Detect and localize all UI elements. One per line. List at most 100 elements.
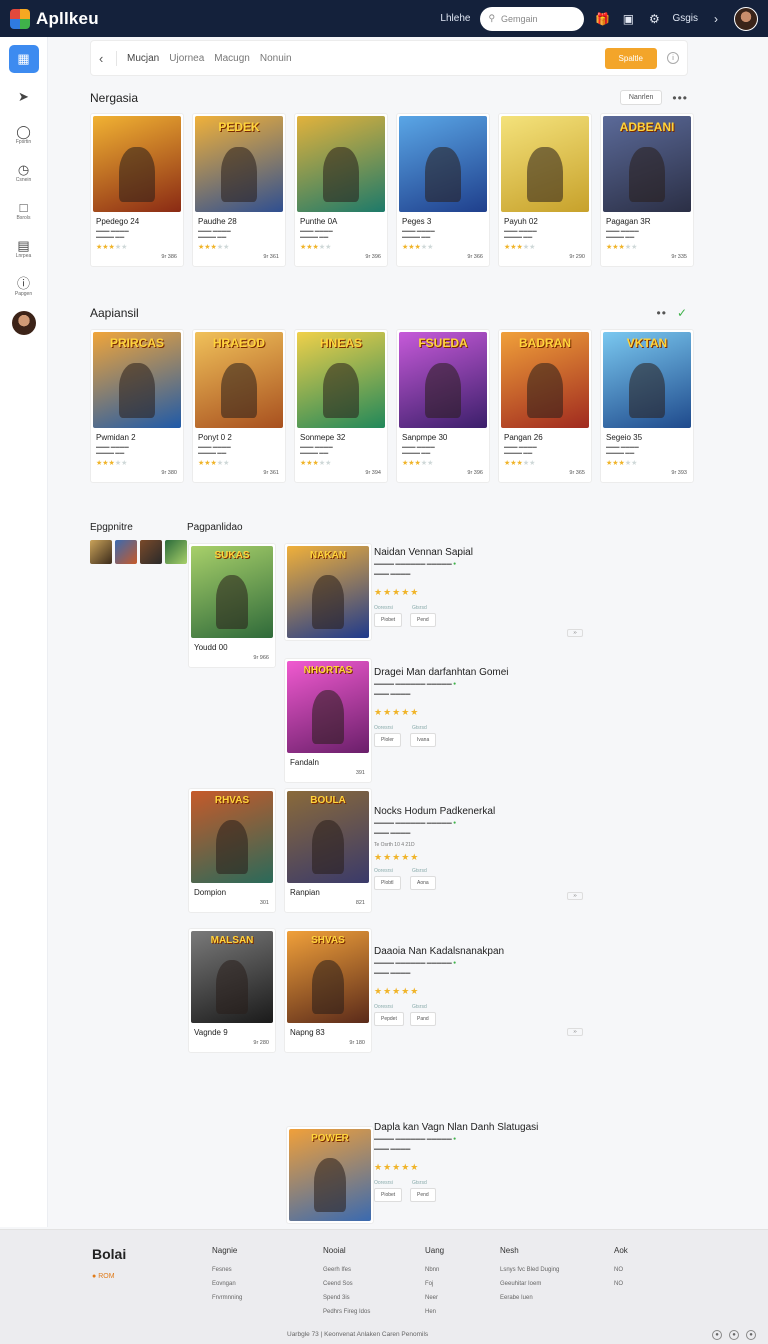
brand-name[interactable]: Apllkeu (36, 9, 99, 29)
game-art[interactable]: NHORTAS (287, 661, 369, 753)
tab-2[interactable]: Macugn (214, 53, 250, 64)
header-link[interactable]: Lhlehe (440, 13, 470, 24)
gift-icon[interactable]: 🎁 (594, 11, 610, 27)
more-icon[interactable]: •• (657, 306, 667, 320)
language-link[interactable]: Gsgis (672, 13, 698, 24)
sidebar-item-grid[interactable]: ▦ (8, 45, 39, 73)
entry-button[interactable]: Ploler (374, 733, 401, 747)
small-game-card[interactable]: BOULA Ranpian 821 (284, 788, 372, 913)
footer-link[interactable]: Eerabe Iuen (500, 1291, 559, 1305)
game-card[interactable]: ADBEANI Pagagan 3R ▬▬▬ ▬▬▬▬ ▬▬▬▬ ▬▬ ★★★★… (600, 113, 694, 267)
footer-link[interactable]: Nbnn (425, 1263, 444, 1277)
tab-3[interactable]: Nonuin (260, 53, 292, 64)
small-game-card[interactable]: NHORTAS Fandaln 391 (284, 658, 372, 783)
back-arrow-icon[interactable]: ‹ (99, 50, 117, 66)
info-icon[interactable]: i (667, 52, 679, 64)
small-game-card[interactable]: MALSAN Vagnde 9 9r 280 (188, 928, 276, 1053)
search-input[interactable]: ⚲ Gemgain (480, 6, 585, 31)
tab-1[interactable]: Ujornea (169, 53, 204, 64)
game-card[interactable]: HNEAS Sonmepe 32 ▬▬▬ ▬▬▬▬ ▬▬▬▬ ▬▬ ★★★★★ … (294, 329, 388, 483)
footer-link[interactable]: Ceend Sos (323, 1277, 370, 1291)
more-icon[interactable]: ••• (672, 91, 688, 105)
game-art[interactable] (501, 116, 589, 212)
game-art[interactable]: HRAEOD (195, 332, 283, 428)
game-card[interactable]: PRIRCAS Pwmidan 2 ▬▬▬ ▬▬▬▬ ▬▬▬▬ ▬▬ ★★★★★… (90, 329, 184, 483)
game-card[interactable]: HRAEOD Ponyt 0 2 ▬▬▬ ▬▬▬▬ ▬▬▬▬ ▬▬ ★★★★★ … (192, 329, 286, 483)
entry-button[interactable]: Pend (410, 613, 436, 627)
footer-link[interactable]: NO (614, 1277, 628, 1291)
gear-icon[interactable]: ⚙ (646, 11, 662, 27)
game-card[interactable]: BADRAN Pangan 26 ▬▬▬ ▬▬▬▬ ▬▬▬▬ ▬▬ ★★★★★ … (498, 329, 592, 483)
footer-link[interactable]: NO (614, 1263, 628, 1277)
footer-link[interactable]: Hen (425, 1305, 444, 1319)
small-game-card[interactable]: POWER (286, 1126, 374, 1224)
footer-link[interactable]: Frvrmnning (212, 1291, 242, 1305)
game-art[interactable]: SUKAS (191, 546, 273, 638)
game-art[interactable]: BADRAN (501, 332, 589, 428)
thumbnail[interactable] (115, 540, 137, 564)
footer-link[interactable]: Eovngan (212, 1277, 242, 1291)
footer-link[interactable]: Lsnys fvc Bled Duging (500, 1263, 559, 1277)
footer-link[interactable]: Foj (425, 1277, 444, 1291)
next-arrow-icon[interactable]: ›› (567, 1028, 583, 1036)
game-art[interactable]: BOULA (287, 791, 369, 883)
game-art[interactable]: HNEAS (297, 332, 385, 428)
sidebar-avatar[interactable] (11, 311, 36, 335)
next-arrow-icon[interactable]: ›› (567, 629, 583, 637)
game-art[interactable]: NAKAN (287, 546, 369, 638)
game-card[interactable]: VKTAN Segeio 35 ▬▬▬ ▬▬▬▬ ▬▬▬▬ ▬▬ ★★★★★ 9… (600, 329, 694, 483)
tab-0[interactable]: Mucjan (127, 53, 159, 64)
social-icon[interactable]: ● (712, 1330, 722, 1340)
entry-button[interactable]: Ivana (410, 733, 437, 747)
footer-link[interactable]: Fesnes (212, 1263, 242, 1277)
entry-button[interactable]: Pand (410, 1012, 436, 1026)
game-card[interactable]: Peges 3 ▬▬▬ ▬▬▬▬ ▬▬▬▬ ▬▬ ★★★★★ 9r 366 (396, 113, 490, 267)
entry-button[interactable]: Plobtl (374, 876, 401, 890)
social-icon[interactable]: ● (746, 1330, 756, 1340)
game-art[interactable]: POWER (289, 1129, 371, 1221)
game-card[interactable]: Ppedego 24 ▬▬▬ ▬▬▬▬ ▬▬▬▬ ▬▬ ★★★★★ 9r 386 (90, 113, 184, 267)
footer-link[interactable]: Pedhrs Fireg Idos (323, 1305, 370, 1319)
footer-link[interactable]: Geeuhitar Ioem (500, 1277, 559, 1291)
chevron-right-icon[interactable]: › (708, 11, 724, 27)
primary-action-button[interactable]: Spaltle (604, 47, 657, 69)
filter-button[interactable]: Nanrlen (619, 90, 663, 105)
window-icon[interactable]: ▣ (620, 11, 636, 27)
footer-link[interactable]: Geerh Ifes (323, 1263, 370, 1277)
social-icon[interactable]: ● (729, 1330, 739, 1340)
thumbnail[interactable] (165, 540, 187, 564)
entry-button[interactable]: Pepdet (374, 1012, 404, 1026)
footer-link[interactable]: Spend 3is (323, 1291, 370, 1305)
game-art[interactable] (297, 116, 385, 212)
entry-button[interactable]: Piobet (374, 613, 403, 627)
footer-brand[interactable]: Bolai (92, 1246, 126, 1262)
game-art[interactable] (93, 116, 181, 212)
sidebar-item-bag[interactable]: ▤ Lnrpea (9, 235, 39, 263)
next-arrow-icon[interactable]: ›› (567, 892, 583, 900)
game-art[interactable]: MALSAN (191, 931, 273, 1023)
thumbnail[interactable] (90, 540, 112, 564)
sidebar-item-coin[interactable]: ◯ Fpsrtin (9, 121, 39, 149)
entry-button[interactable]: Piobet (374, 1188, 403, 1202)
game-card[interactable]: FSUEDA Sanpmpe 30 ▬▬▬ ▬▬▬▬ ▬▬▬▬ ▬▬ ★★★★★… (396, 329, 490, 483)
user-avatar[interactable] (734, 6, 758, 31)
logo-icon[interactable] (10, 8, 30, 29)
game-art[interactable]: PEDEK (195, 116, 283, 212)
small-game-card[interactable]: SUKAS Youdd 00 9r 966 (188, 543, 276, 668)
game-art[interactable]: VKTAN (603, 332, 691, 428)
game-art[interactable]: FSUEDA (399, 332, 487, 428)
small-game-card[interactable]: SHVAS Napng 83 9r 180 (284, 928, 372, 1053)
game-card[interactable]: Punthe 0A ▬▬▬ ▬▬▬▬ ▬▬▬▬ ▬▬ ★★★★★ 9r 396 (294, 113, 388, 267)
entry-button[interactable]: Pend (410, 1188, 436, 1202)
game-art[interactable]: SHVAS (287, 931, 369, 1023)
game-card[interactable]: Payuh 02 ▬▬▬ ▬▬▬▬ ▬▬▬▬ ▬▬ ★★★★★ 9r 290 (498, 113, 592, 267)
game-art[interactable]: RHVAS (191, 791, 273, 883)
sidebar-item-pin[interactable]: ➤ (9, 83, 39, 111)
small-game-card[interactable]: RHVAS Dompion 301 (188, 788, 276, 913)
thumbnail[interactable] (140, 540, 162, 564)
game-art[interactable]: PRIRCAS (93, 332, 181, 428)
game-art[interactable]: ADBEANI (603, 116, 691, 212)
game-card[interactable]: PEDEK Paudhe 28 ▬▬▬ ▬▬▬▬ ▬▬▬▬ ▬▬ ★★★★★ 9… (192, 113, 286, 267)
sidebar-item-info[interactable]: ⓘ Papgen (9, 273, 39, 301)
game-art[interactable] (399, 116, 487, 212)
